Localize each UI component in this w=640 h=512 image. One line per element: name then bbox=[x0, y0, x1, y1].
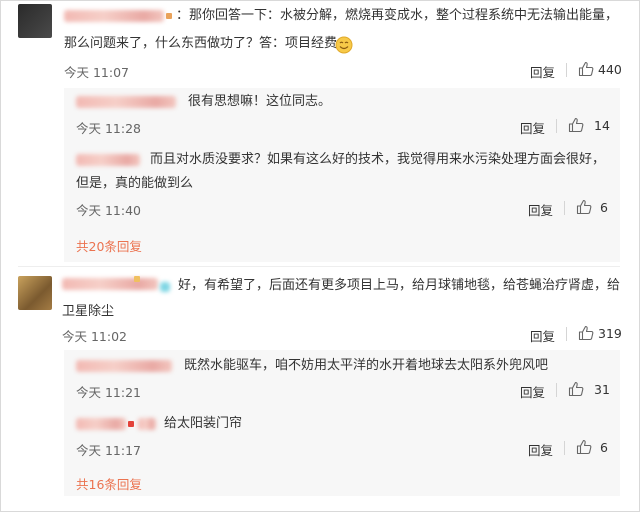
comment-time: 今天 11:07 bbox=[64, 65, 129, 80]
comment-divider bbox=[18, 266, 620, 267]
like-count: 14 bbox=[594, 118, 610, 133]
reply-username-blurred[interactable] bbox=[76, 360, 172, 372]
username-blurred[interactable] bbox=[62, 278, 158, 290]
comment-text: ：那你回答一下：水被分解，燃烧再变成水，整个过程系统中无法输出能量， bbox=[176, 8, 619, 23]
user-badge-icon bbox=[128, 421, 134, 427]
like-count: 31 bbox=[594, 382, 610, 397]
avatar[interactable] bbox=[18, 276, 52, 310]
like-count: 6 bbox=[600, 440, 608, 455]
smile-emoji-icon bbox=[335, 36, 353, 54]
divider bbox=[566, 327, 567, 341]
divider bbox=[564, 201, 565, 215]
reply-text: 给太阳装门帘 bbox=[164, 416, 243, 431]
reply-time: 今天 11:40 bbox=[76, 203, 141, 218]
divider bbox=[564, 441, 565, 455]
user-badge-icon bbox=[134, 276, 140, 282]
divider bbox=[566, 63, 567, 77]
reply-time: 今天 11:28 bbox=[76, 121, 141, 136]
comment-text: 那么问题来了，什么东西做功了？答：项目经费 bbox=[64, 36, 338, 51]
reply-username-blurred bbox=[138, 418, 156, 430]
reply-button[interactable]: 回复 bbox=[520, 382, 545, 401]
more-replies-link[interactable]: 共16条回复 bbox=[76, 474, 142, 493]
reply-text: 但是，真的能做到么 bbox=[76, 176, 194, 191]
reply-button[interactable]: 回复 bbox=[528, 200, 553, 219]
reply-time: 今天 11:21 bbox=[76, 385, 141, 400]
like-count: 6 bbox=[600, 200, 608, 215]
reply-time: 今天 11:17 bbox=[76, 443, 141, 458]
more-replies-link[interactable]: 共20条回复 bbox=[76, 236, 142, 255]
comment-text: 好，有希望了，后面还有更多项目上马，给月球铺地毯，给苍蝇治疗肾虚，给 bbox=[178, 278, 621, 293]
thumbs-up-icon[interactable] bbox=[576, 439, 592, 455]
reply-button[interactable]: 回复 bbox=[520, 118, 545, 137]
reply-username-blurred[interactable] bbox=[76, 154, 140, 166]
thumbs-up-icon[interactable] bbox=[578, 325, 594, 341]
reply-username-blurred[interactable] bbox=[76, 418, 126, 430]
divider bbox=[556, 119, 557, 133]
username-blurred[interactable] bbox=[64, 10, 164, 22]
reply-username-blurred[interactable] bbox=[76, 96, 176, 108]
reply-text: 而且对水质没要求？如果有这么好的技术，我觉得用来水污染处理方面会很好， bbox=[150, 152, 606, 167]
avatar[interactable] bbox=[18, 4, 52, 38]
like-count: 440 bbox=[598, 62, 622, 77]
reply-text: 很有思想嘛！这位同志。 bbox=[188, 94, 332, 109]
thumbs-up-icon[interactable] bbox=[578, 61, 594, 77]
reply-button[interactable]: 回复 bbox=[530, 326, 555, 345]
thumbs-up-icon[interactable] bbox=[568, 117, 584, 133]
thumbs-up-icon[interactable] bbox=[568, 381, 584, 397]
user-badge-icon bbox=[166, 13, 172, 19]
reply-text: 既然水能驱车，咱不妨用太平洋的水开着地球去太阳系外兜风吧 bbox=[184, 358, 549, 373]
comment-text: 卫星除尘 bbox=[62, 304, 115, 319]
thumbs-up-icon[interactable] bbox=[576, 199, 592, 215]
like-count: 319 bbox=[598, 326, 622, 341]
reply-button[interactable]: 回复 bbox=[528, 440, 553, 459]
divider bbox=[556, 383, 557, 397]
reply-button[interactable]: 回复 bbox=[530, 62, 555, 81]
comment-time: 今天 11:02 bbox=[62, 329, 127, 344]
user-badge-icon bbox=[160, 282, 170, 292]
